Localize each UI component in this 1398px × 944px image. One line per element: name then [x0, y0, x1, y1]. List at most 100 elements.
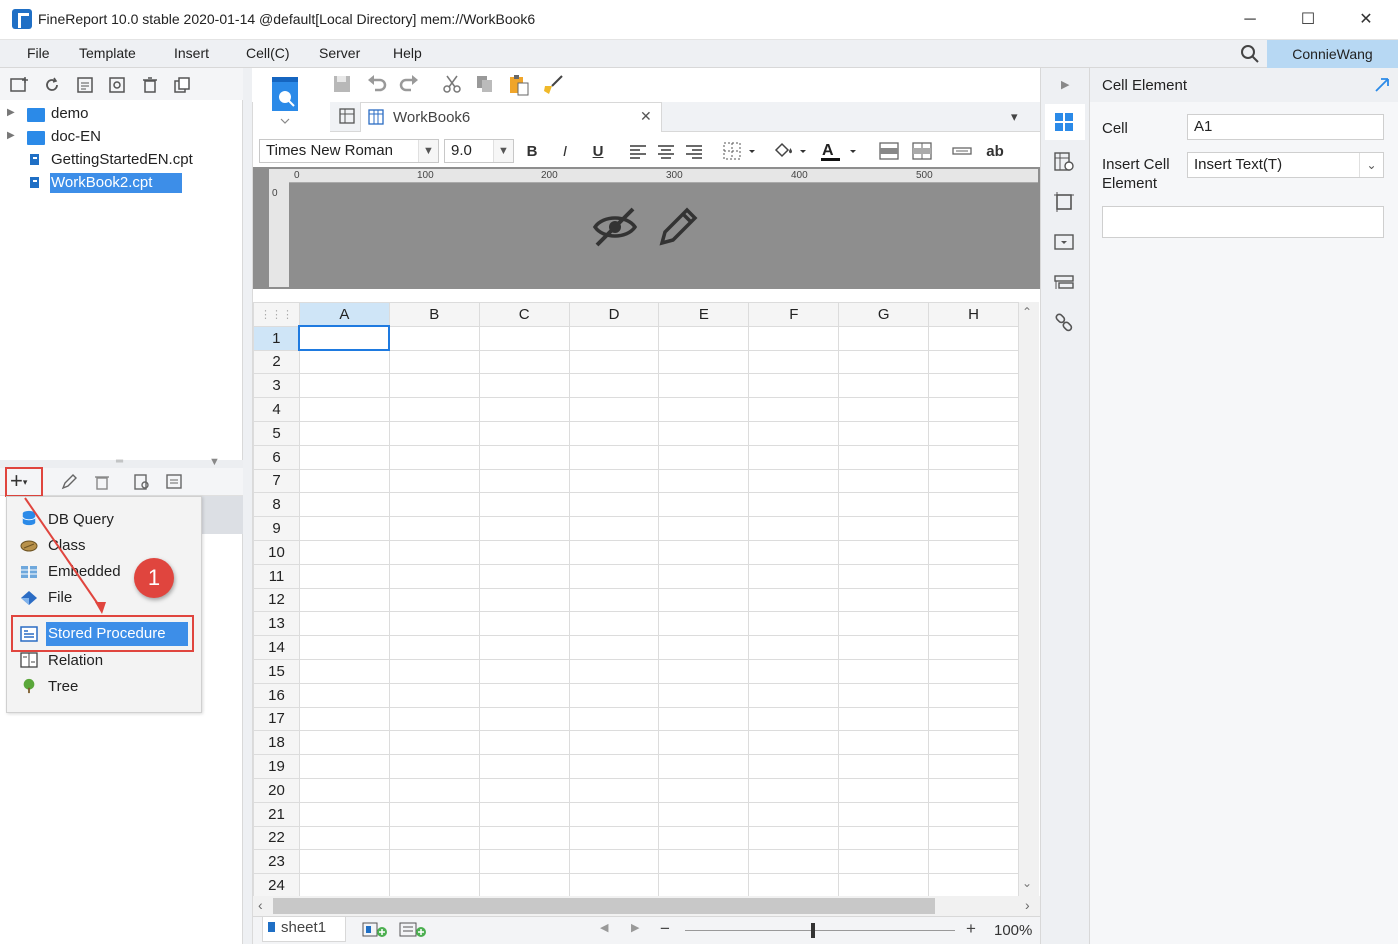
row-header[interactable]: 17	[253, 706, 300, 732]
grid-cell[interactable]	[928, 801, 1019, 827]
row-header[interactable]: 9	[253, 516, 300, 541]
grid-cell[interactable]	[568, 730, 660, 756]
grid-cell[interactable]	[568, 563, 660, 589]
grid-cell[interactable]	[388, 587, 480, 613]
grid-cell[interactable]	[478, 444, 570, 470]
zoom-slider-thumb[interactable]	[811, 923, 815, 938]
grid-cell[interactable]	[838, 801, 930, 827]
row-header[interactable]: 1	[253, 325, 300, 351]
grid-cell[interactable]	[478, 397, 570, 422]
grid-cell[interactable]	[658, 325, 750, 351]
grid-cell[interactable]	[928, 777, 1019, 803]
grid-cell[interactable]	[658, 658, 750, 684]
grid-cell[interactable]	[478, 825, 570, 851]
row-header[interactable]: 23	[253, 849, 300, 875]
grid-cell[interactable]	[298, 420, 390, 446]
grid-cell[interactable]	[838, 777, 930, 803]
fill-color-icon[interactable]	[772, 141, 808, 161]
zoom-in-button[interactable]: +	[966, 919, 976, 939]
grid-cell[interactable]	[388, 373, 480, 399]
row-header[interactable]: 2	[253, 349, 300, 375]
grid-cell[interactable]	[838, 682, 930, 708]
grid-cell[interactable]	[568, 849, 660, 875]
grid-cell[interactable]	[568, 468, 660, 494]
row-header[interactable]: 21	[253, 801, 300, 827]
left-splitter[interactable]	[243, 68, 253, 944]
paste-icon[interactable]	[508, 74, 530, 96]
unmerge-cells-icon[interactable]	[912, 142, 932, 160]
grid-cell[interactable]	[568, 587, 660, 613]
grid-cell[interactable]	[568, 825, 660, 851]
grid-cell[interactable]	[658, 373, 750, 399]
refresh-icon[interactable]	[43, 76, 61, 94]
grid-cell[interactable]	[658, 397, 750, 422]
grid-cell[interactable]	[928, 325, 1019, 351]
cell-input[interactable]: A1	[1187, 114, 1384, 140]
column-header[interactable]: H	[928, 302, 1019, 327]
collapse-right-icon[interactable]: ▶	[1061, 78, 1069, 91]
expand-panel-icon[interactable]	[1374, 77, 1390, 93]
copy-icon[interactable]	[173, 76, 191, 94]
grid-cell[interactable]	[928, 849, 1019, 875]
grid-cell[interactable]	[388, 397, 480, 422]
grid-cell[interactable]	[388, 349, 480, 375]
select-all-corner[interactable]: ⋮⋮⋮	[253, 302, 300, 327]
grid-cell[interactable]	[478, 730, 570, 756]
grid-cell[interactable]	[298, 754, 390, 779]
grid-cell[interactable]	[568, 706, 660, 732]
grid-cell[interactable]	[388, 635, 480, 660]
grid-cell[interactable]	[748, 849, 840, 875]
text-style-button[interactable]: ab	[983, 142, 1007, 162]
grid-cell[interactable]	[478, 539, 570, 565]
grid-cell[interactable]	[388, 754, 480, 779]
grid-cell[interactable]	[298, 682, 390, 708]
grid-cell[interactable]	[748, 492, 840, 518]
grid-cell[interactable]	[838, 468, 930, 494]
grid-cell[interactable]	[388, 468, 480, 494]
preview-icon[interactable]	[133, 473, 151, 491]
font-family-select[interactable]: Times New Roman ▼	[259, 139, 439, 163]
menu-insert[interactable]: Insert	[174, 45, 209, 61]
delete-icon[interactable]	[93, 473, 111, 491]
sheet-prev-icon[interactable]: ◀	[600, 921, 608, 934]
merge-cells-icon[interactable]	[879, 142, 899, 160]
grid-cell[interactable]	[388, 658, 480, 684]
grid-cell[interactable]	[568, 397, 660, 422]
grid-cell[interactable]	[838, 658, 930, 684]
grid-cell[interactable]	[748, 468, 840, 494]
grid-cell[interactable]	[478, 468, 570, 494]
grid-cell[interactable]	[298, 516, 390, 541]
grid-cell[interactable]	[568, 492, 660, 518]
grid-cell[interactable]	[568, 539, 660, 565]
grid-cell[interactable]	[388, 611, 480, 637]
grid-cell[interactable]	[928, 825, 1019, 851]
style-icon[interactable]	[1054, 192, 1074, 212]
grid-cell[interactable]	[658, 539, 750, 565]
grid-cell[interactable]	[928, 420, 1019, 446]
bold-button[interactable]: B	[522, 142, 542, 162]
grid-cell[interactable]	[298, 730, 390, 756]
row-header[interactable]: 4	[253, 397, 300, 422]
grid-cell[interactable]	[928, 539, 1019, 565]
grid-cell[interactable]	[478, 873, 570, 896]
grid-cell[interactable]	[928, 730, 1019, 756]
menu-item-class[interactable]: Class	[48, 537, 86, 554]
grid-cell[interactable]	[388, 873, 480, 896]
grid-cell[interactable]	[748, 777, 840, 803]
drag-handle-icon[interactable]: ═	[116, 456, 123, 467]
grid-cell[interactable]	[838, 611, 930, 637]
underline-button[interactable]: U	[588, 142, 608, 162]
grid-cell[interactable]	[568, 516, 660, 541]
grid-cell[interactable]	[658, 444, 750, 470]
row-header[interactable]: 19	[253, 754, 300, 779]
grid-cell[interactable]	[658, 754, 750, 779]
menu-help[interactable]: Help	[393, 45, 422, 61]
grid-cell[interactable]	[568, 754, 660, 779]
grid-cell[interactable]	[478, 516, 570, 541]
add-datasource-button[interactable]: +▾	[10, 468, 27, 495]
column-header[interactable]: B	[388, 302, 480, 327]
grid-cell[interactable]	[568, 658, 660, 684]
grid-cell[interactable]	[388, 825, 480, 851]
grid-cell[interactable]	[838, 516, 930, 541]
grid-cell[interactable]	[478, 420, 570, 446]
